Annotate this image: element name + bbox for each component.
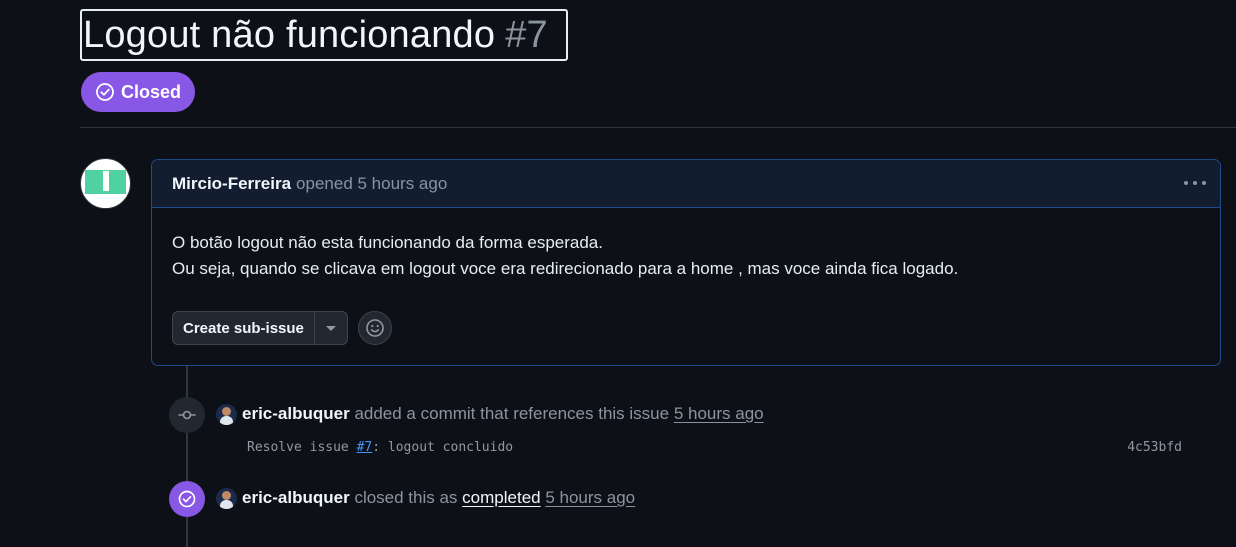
triangle-down-icon bbox=[325, 325, 336, 331]
event-action: closed this as bbox=[354, 488, 458, 507]
git-commit-icon bbox=[178, 410, 196, 420]
issue-closed-icon bbox=[96, 83, 114, 101]
issue-state-label: Closed bbox=[121, 81, 182, 102]
commit-row: Resolve issue #7: logout concluido 4c53b… bbox=[247, 440, 1182, 455]
commit-message[interactable]: Resolve issue #7: logout concluido bbox=[247, 440, 513, 455]
avatar[interactable] bbox=[216, 488, 237, 509]
commit-event-text: eric-albuquer added a commit that refere… bbox=[242, 404, 764, 424]
avatar[interactable] bbox=[216, 404, 237, 425]
comment-line: O botão logout não esta funcionando da f… bbox=[172, 233, 603, 252]
create-sub-issue-dropdown[interactable] bbox=[315, 312, 347, 344]
event-timestamp-link[interactable]: 5 hours ago bbox=[674, 404, 764, 423]
comment-line: Ou seja, quando se clicava em logout voc… bbox=[172, 259, 959, 278]
commit-sha-link[interactable]: 4c53bfd bbox=[1127, 440, 1182, 455]
closed-event-text: eric-albuquer closed this as completed 5… bbox=[242, 488, 635, 508]
commit-message-prefix: Resolve issue bbox=[247, 440, 349, 455]
comment-body: O botão logout não esta funcionando da f… bbox=[152, 208, 1220, 282]
issue-comment: Mircio-Ferreira opened 5 hours ago O bot… bbox=[151, 159, 1221, 366]
create-sub-issue-button[interactable]: Create sub-issue bbox=[173, 312, 315, 344]
comment-actions: Create sub-issue bbox=[172, 311, 392, 345]
comment-header: Mircio-Ferreira opened 5 hours ago bbox=[152, 160, 1220, 208]
issue-reference-link[interactable]: #7 bbox=[357, 440, 373, 455]
add-reaction-button[interactable] bbox=[357, 311, 392, 345]
event-user-link[interactable]: eric-albuquer bbox=[242, 404, 350, 423]
closed-event-badge bbox=[169, 481, 205, 517]
issue-title[interactable]: Logout não funcionando #7 bbox=[80, 9, 568, 61]
issue-title-text: Logout não funcionando bbox=[83, 13, 496, 56]
issue-closed-icon bbox=[178, 490, 196, 508]
close-reason-link[interactable]: completed bbox=[462, 488, 540, 507]
create-sub-issue-split-button: Create sub-issue bbox=[172, 311, 348, 345]
comment-author-link[interactable]: Mircio-Ferreira bbox=[172, 174, 291, 194]
comment-timestamp[interactable]: opened 5 hours ago bbox=[296, 174, 447, 194]
event-user-link[interactable]: eric-albuquer bbox=[242, 488, 350, 507]
issue-state-badge: Closed bbox=[81, 72, 196, 112]
issue-page: Logout não funcionando #7 Closed Mircio-… bbox=[0, 0, 1236, 547]
timeline-line bbox=[186, 366, 188, 547]
event-action: added a commit that references this issu… bbox=[354, 404, 670, 423]
event-timestamp-link[interactable]: 5 hours ago bbox=[545, 488, 635, 507]
issue-number: #7 bbox=[505, 13, 548, 56]
header-divider bbox=[80, 127, 1236, 128]
smiley-icon bbox=[366, 319, 384, 337]
kebab-horizontal-icon[interactable] bbox=[1184, 174, 1206, 192]
author-avatar[interactable] bbox=[80, 158, 131, 209]
commit-message-suffix: : logout concluido bbox=[372, 440, 514, 455]
commit-event-badge bbox=[169, 397, 205, 433]
